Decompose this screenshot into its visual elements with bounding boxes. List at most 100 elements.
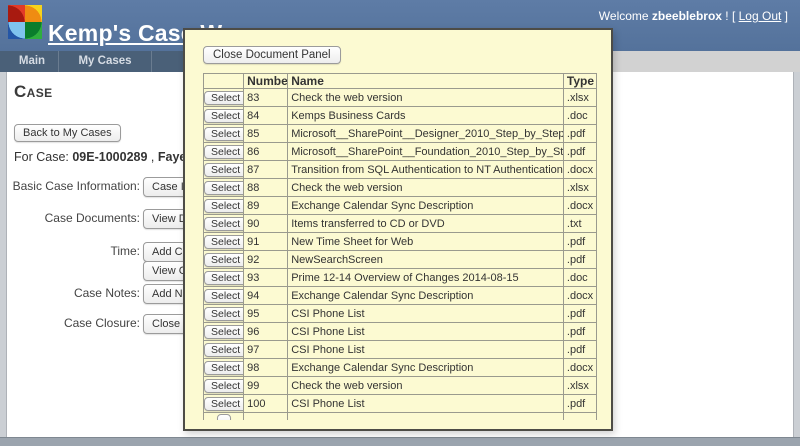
select-cell: Select <box>204 395 244 413</box>
nav-item-my-cases[interactable]: My Cases <box>58 51 151 72</box>
form-label: Case Closure: <box>7 316 140 330</box>
select-cell: Select <box>204 179 244 197</box>
select-cell: Select <box>204 143 244 161</box>
documents-tbody: Select83Check the web version.xlsxSelect… <box>204 89 597 421</box>
document-number: 91 <box>244 233 288 251</box>
document-type: .doc <box>563 107 596 125</box>
select-button[interactable]: Select <box>204 199 244 213</box>
document-type: .pdf <box>563 233 596 251</box>
document-row: Select90Items transferred to CD or DVD.t… <box>204 215 597 233</box>
page-title: Case <box>14 82 53 102</box>
document-number: 99 <box>244 377 288 395</box>
document-row: Select93Prime 12-14 Overview of Changes … <box>204 269 597 287</box>
select-cell: Select <box>204 197 244 215</box>
document-name: CSI Phone List <box>288 323 564 341</box>
document-type: .pdf <box>563 323 596 341</box>
document-type: .docx <box>563 161 596 179</box>
document-number: 85 <box>244 125 288 143</box>
number-column-header: Number <box>244 74 288 89</box>
document-name: Microsoft__SharePoint__Designer_2010_Ste… <box>288 125 564 143</box>
document-name: Exchange Calendar Sync Description <box>288 197 564 215</box>
document-number: 90 <box>244 215 288 233</box>
document-name: Items transferred to CD or DVD <box>288 215 564 233</box>
select-cell: Select <box>204 107 244 125</box>
select-cell: Select <box>204 161 244 179</box>
document-name: Check the web version <box>288 179 564 197</box>
username: zbeeblebrox <box>652 9 722 23</box>
document-name: Microsoft__SharePoint__Foundation_2010_S… <box>288 143 564 161</box>
select-button[interactable]: Select <box>204 325 244 339</box>
document-type: .pdf <box>563 125 596 143</box>
select-button[interactable]: Select <box>204 271 244 285</box>
document-row: Select84Kemps Business Cards.doc <box>204 107 597 125</box>
select-button[interactable]: Select <box>204 127 244 141</box>
select-button[interactable]: Select <box>204 217 244 231</box>
document-name: Transition from SQL Authentication to NT… <box>288 161 564 179</box>
select-cell: Select <box>204 125 244 143</box>
document-row: Select83Check the web version.xlsx <box>204 89 597 107</box>
document-type: .docx <box>563 197 596 215</box>
back-to-my-cases-button[interactable]: Back to My Cases <box>14 124 121 142</box>
document-type: .pdf <box>563 251 596 269</box>
select-cell: Select <box>204 251 244 269</box>
select-button[interactable]: Select <box>204 235 244 249</box>
type-column-header: Type <box>563 74 596 89</box>
select-button[interactable]: Select <box>204 397 244 411</box>
document-number: 88 <box>244 179 288 197</box>
document-number: 93 <box>244 269 288 287</box>
select-button[interactable]: Select <box>204 289 244 303</box>
welcome-bar: Welcome zbeeblebrox ! [ Log Out ] <box>599 9 788 23</box>
document-row: Select98Exchange Calendar Sync Descripti… <box>204 359 597 377</box>
select-button[interactable]: Select <box>204 91 244 105</box>
close-document-panel-button[interactable]: Close Document Panel <box>203 46 341 64</box>
document-row: Select86Microsoft__SharePoint__Foundatio… <box>204 143 597 161</box>
select-cell <box>204 413 244 421</box>
select-cell: Select <box>204 305 244 323</box>
document-row: Select100CSI Phone List.pdf <box>204 395 597 413</box>
case-separator: , <box>147 150 157 164</box>
select-button[interactable]: Select <box>204 181 244 195</box>
select-button[interactable]: Select <box>204 379 244 393</box>
logout-link[interactable]: Log Out <box>739 9 782 23</box>
document-name <box>288 413 564 421</box>
document-type: .docx <box>563 359 596 377</box>
select-button[interactable]: Select <box>204 343 244 357</box>
document-name: Exchange Calendar Sync Description <box>288 359 564 377</box>
select-button[interactable]: Select <box>204 163 244 177</box>
select-button[interactable] <box>217 414 231 421</box>
form-label: Case Documents: <box>7 211 140 225</box>
app-logo-icon <box>8 5 42 39</box>
document-row: Select87Transition from SQL Authenticati… <box>204 161 597 179</box>
logo-quadrant-green <box>25 22 42 39</box>
document-number: 83 <box>244 89 288 107</box>
select-cell: Select <box>204 287 244 305</box>
select-button[interactable]: Select <box>204 109 244 123</box>
document-type: .xlsx <box>563 89 596 107</box>
logo-quadrant-blue <box>8 22 25 39</box>
document-type: .docx <box>563 287 596 305</box>
nav-item-main[interactable]: Main <box>6 51 58 72</box>
document-row: Select92NewSearchScreen.pdf <box>204 251 597 269</box>
document-list-container[interactable]: Number Name Type Select83Check the web v… <box>203 73 598 420</box>
document-name: Check the web version <box>288 377 564 395</box>
document-number: 96 <box>244 323 288 341</box>
select-button[interactable]: Select <box>204 307 244 321</box>
form-label: Case Notes: <box>7 286 140 300</box>
select-button[interactable]: Select <box>204 361 244 375</box>
for-case-label: For Case: <box>14 150 72 164</box>
document-row: Select99Check the web version.xlsx <box>204 377 597 395</box>
document-type: .xlsx <box>563 377 596 395</box>
document-number: 95 <box>244 305 288 323</box>
name-column-header: Name <box>288 74 564 89</box>
document-row: Select91New Time Sheet for Web.pdf <box>204 233 597 251</box>
select-button[interactable]: Select <box>204 253 244 267</box>
select-button[interactable]: Select <box>204 145 244 159</box>
document-number: 86 <box>244 143 288 161</box>
document-name: New Time Sheet for Web <box>288 233 564 251</box>
select-cell: Select <box>204 341 244 359</box>
document-number: 97 <box>244 341 288 359</box>
document-type: .pdf <box>563 341 596 359</box>
document-name: NewSearchScreen <box>288 251 564 269</box>
welcome-mid: ! [ <box>722 9 739 23</box>
select-cell: Select <box>204 359 244 377</box>
